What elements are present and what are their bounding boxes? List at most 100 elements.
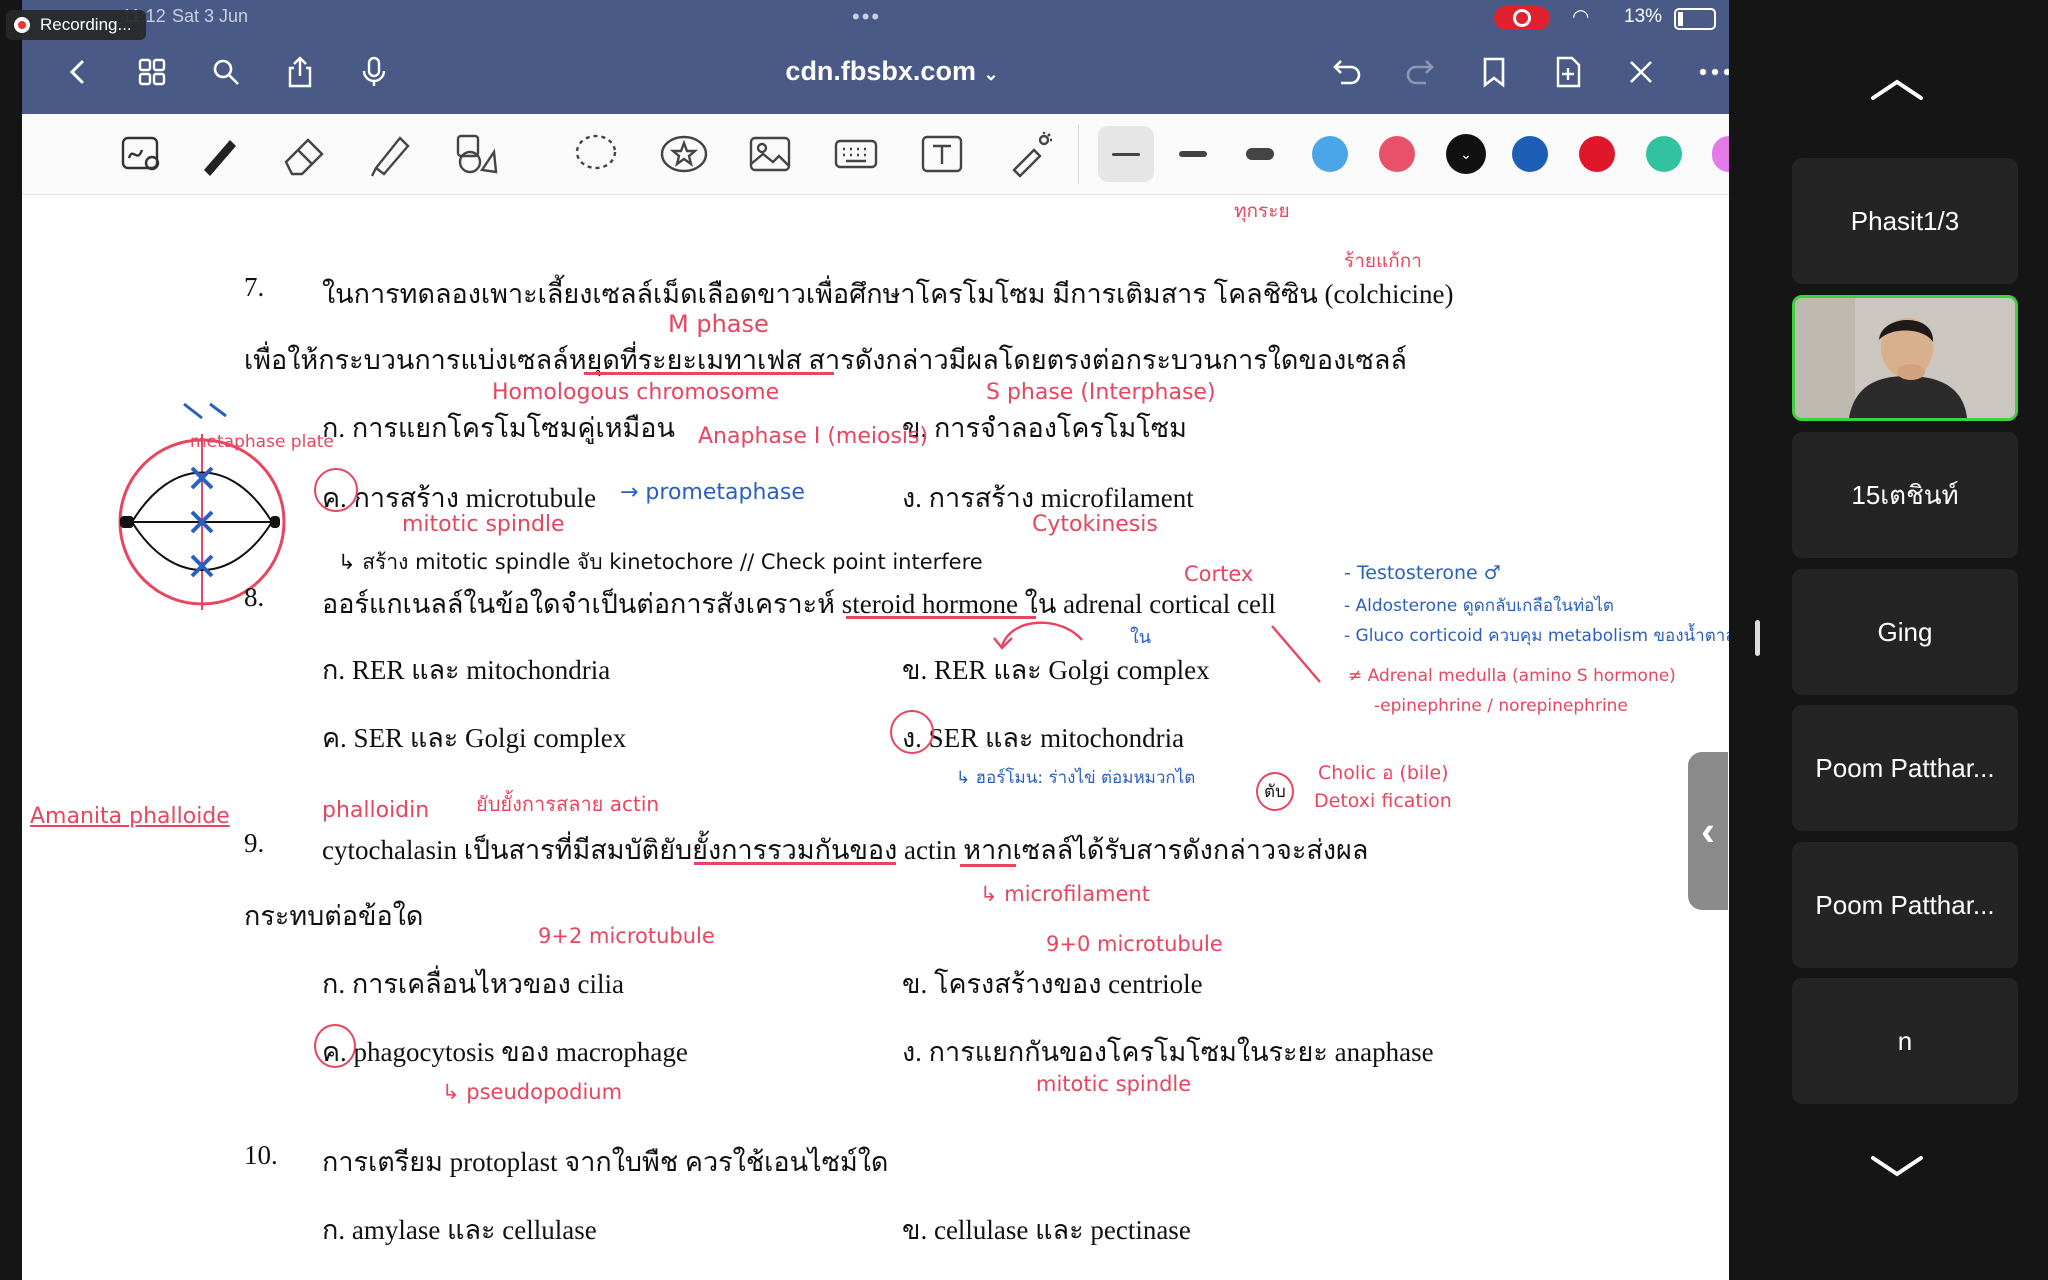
answer-option[interactable]: ก. การแยกโครโมโซมคู่เหมือน xyxy=(322,406,675,449)
toolbar-divider xyxy=(1078,124,1079,184)
eraser-icon[interactable] xyxy=(276,126,332,182)
record-icon xyxy=(14,17,30,33)
answer-option[interactable]: ข. RER และ Golgi complex xyxy=(902,648,1210,691)
stroke-thin-option[interactable] xyxy=(1098,126,1154,182)
more-icon[interactable] xyxy=(1693,50,1729,94)
metaphase-cell-drawing xyxy=(118,402,286,610)
stroke-thick-option[interactable] xyxy=(1232,126,1288,182)
collapse-panel-handle[interactable]: ‹ xyxy=(1688,752,1728,910)
participant-tile[interactable]: 15เตชินท์ xyxy=(1792,432,2018,558)
annotation-hormone-note: ↳ ฮอร์โมน: ร่างไข่ ต่อมหมวกไต xyxy=(956,768,1196,788)
back-icon[interactable] xyxy=(56,50,100,94)
scroll-grip[interactable] xyxy=(1755,620,1760,656)
color-swatch-pink[interactable] xyxy=(1379,136,1415,172)
grid-icon[interactable] xyxy=(130,50,174,94)
lasso-icon[interactable] xyxy=(568,126,624,182)
color-swatch-dark-blue[interactable] xyxy=(1512,136,1548,172)
participant-tile[interactable]: Poom Patthar... xyxy=(1792,842,2018,968)
image-icon[interactable] xyxy=(742,126,798,182)
wifi-icon: ◠ xyxy=(1572,6,1590,28)
zoom-window-icon[interactable] xyxy=(114,126,170,182)
redo-icon[interactable] xyxy=(1398,50,1442,94)
question-text: การเตรียม protoplast จากใบพืช ควรใช้เอนไ… xyxy=(322,1147,889,1177)
close-annotation-icon[interactable] xyxy=(1619,50,1663,94)
keyboard-icon[interactable] xyxy=(828,126,884,182)
pen-icon[interactable] xyxy=(190,126,246,182)
scroll-up-icon[interactable] xyxy=(1857,70,1937,110)
participant-video-tile[interactable] xyxy=(1792,295,2018,421)
ios-status-bar: 11:12 Sat 3 Jun ••• ◠ 13% xyxy=(22,0,1729,36)
annotation-spindle-note: ↳ สร้าง mitotic spindle จับ kinetochore … xyxy=(338,550,983,574)
underline-mark xyxy=(960,864,1016,867)
recording-indicator: Recording... xyxy=(6,10,146,40)
answer-option[interactable]: ข. การจำลองโครโมโซม xyxy=(902,406,1187,449)
selected-check-icon: ⌄ xyxy=(1460,145,1472,162)
shapes-icon[interactable] xyxy=(448,126,504,182)
underline-mark xyxy=(694,862,896,865)
answer-option[interactable]: ง. การแยกกันของโครโมโซมในระยะ anaphase xyxy=(902,1030,1434,1073)
annotation-prometaphase: → prometaphase xyxy=(620,480,805,505)
answer-option[interactable]: ข. cellulase และ pectinase xyxy=(902,1208,1191,1251)
undo-icon[interactable] xyxy=(1325,50,1369,94)
annotation-m-phase: M phase xyxy=(668,310,769,338)
participant-video xyxy=(1795,298,2015,418)
answer-circle-mark xyxy=(314,1024,356,1068)
chevron-down-icon: ⌄ xyxy=(983,64,999,84)
annotation-inhibit-actin: ยับยั้งการสลาย actin xyxy=(476,792,660,816)
participant-tile[interactable]: Phasit1/3 xyxy=(1792,158,2018,284)
color-swatch-light-blue[interactable] xyxy=(1312,136,1348,172)
url-display[interactable]: cdn.fbsbx.com ⌄ xyxy=(762,56,1022,87)
add-page-icon[interactable] xyxy=(1546,50,1590,94)
color-swatch-teal[interactable] xyxy=(1646,136,1682,172)
screen-record-icon xyxy=(1494,6,1550,30)
answer-option[interactable]: ก. amylase และ cellulase xyxy=(322,1208,597,1251)
annotation-cytokinesis: Cytokinesis xyxy=(1032,512,1158,537)
answer-option-selected[interactable]: ค. phagocytosis ของ macrophage xyxy=(322,1030,688,1073)
annotation-amanita: Amanita phalloide xyxy=(30,804,230,829)
annotation-detox: Detoxi fication xyxy=(1314,790,1452,812)
question-number: 9. xyxy=(244,828,265,858)
participant-tile[interactable]: Poom Patthar... xyxy=(1792,705,2018,831)
color-swatch-red[interactable] xyxy=(1579,136,1615,172)
participant-tile[interactable]: Ging xyxy=(1792,569,2018,695)
annotation-glucocorticoid: - Gluco corticoid ควบคุม metabolism ของน… xyxy=(1344,626,1729,646)
chevron-left-icon: ‹ xyxy=(1701,807,1715,854)
answer-option[interactable]: ก. การเคลื่อนไหวของ cilia xyxy=(322,962,624,1005)
multitask-dots-icon[interactable]: ••• xyxy=(852,4,881,30)
laser-pointer-icon[interactable] xyxy=(1002,126,1058,182)
search-icon[interactable] xyxy=(204,50,248,94)
highlighter-icon[interactable] xyxy=(362,126,418,182)
annotation-pseudopodium: ↳ pseudopodium xyxy=(442,1080,623,1104)
annotation-epinephrine: -epinephrine / norepinephrine xyxy=(1374,696,1628,716)
answer-option[interactable]: ค. SER และ Golgi complex xyxy=(322,716,626,759)
participant-tile[interactable]: n xyxy=(1792,978,2018,1104)
annotation-homologous: Homologous chromosome xyxy=(492,380,780,405)
stroke-medium-option[interactable] xyxy=(1165,126,1221,182)
annotation-liver: ตับ xyxy=(1256,772,1294,811)
color-swatch-black[interactable]: ⌄ xyxy=(1446,134,1486,174)
share-icon[interactable] xyxy=(278,50,322,94)
annotation-anaphase: Anaphase I (meiosis) xyxy=(698,424,929,449)
annotation-microfilament: ↳ microfilament xyxy=(980,882,1150,906)
sticker-icon[interactable] xyxy=(656,126,712,182)
annotation-adrenal-medulla: ≠ Adrenal medulla (amino S hormone) xyxy=(1348,666,1676,686)
microphone-icon[interactable] xyxy=(352,50,396,94)
underline-mark xyxy=(584,372,834,375)
bookmark-icon[interactable] xyxy=(1472,50,1516,94)
annotation-9-2-microtubule: 9+2 microtubule xyxy=(538,924,715,948)
answer-option[interactable]: ข. โครงสร้างของ centriole xyxy=(902,962,1203,1005)
question-number: 7. xyxy=(244,272,265,302)
question-text: ในการทดลองเพาะเลี้ยงเซลล์เม็ดเลือดขาวเพื… xyxy=(322,279,1454,309)
question-text: กระทบต่อข้อใด xyxy=(244,901,424,931)
scroll-down-icon[interactable] xyxy=(1857,1146,1937,1186)
answer-circle-mark xyxy=(314,468,358,512)
pdf-document[interactable]: ทุกระย ร้ายแก้กา 7. ในการทดลองเพาะเลี้ยง… xyxy=(22,196,1729,1280)
answer-option-selected[interactable]: ง. SER และ mitochondria xyxy=(902,716,1184,759)
answer-option[interactable]: ก. RER และ mitochondria xyxy=(322,648,610,691)
annotation-s-phase: S phase (Interphase) xyxy=(986,380,1216,405)
text-box-icon[interactable] xyxy=(914,126,970,182)
annotation-cholic: Cholic อ (bile) xyxy=(1318,762,1449,784)
battery-label: 13% xyxy=(1624,6,1663,27)
annotation-testosterone: - Testosterone ♂ xyxy=(1344,562,1501,584)
annotation-top-partial: ทุกระย xyxy=(1234,200,1290,222)
